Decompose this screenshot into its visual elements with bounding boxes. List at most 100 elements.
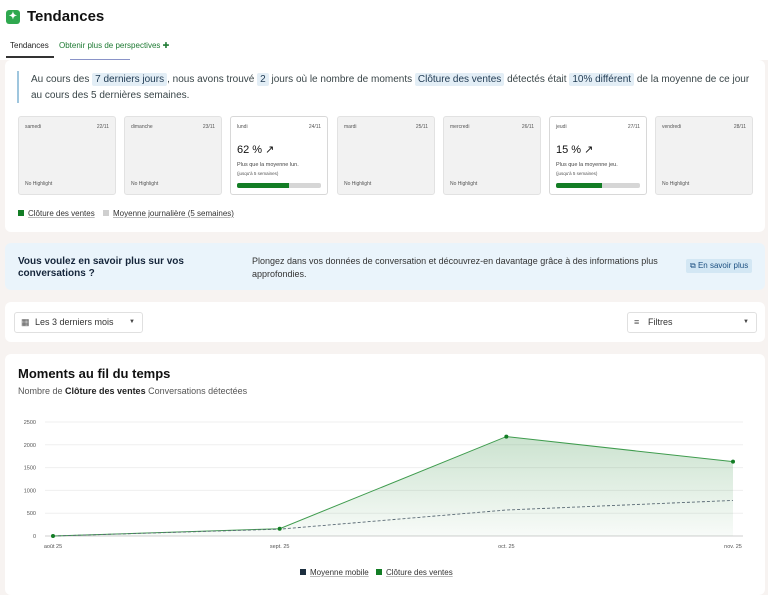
day-name: lundi (237, 124, 248, 130)
day-progress-bar (556, 183, 640, 188)
x-tick-label: nov. 25 (724, 544, 742, 550)
data-point (51, 534, 55, 538)
chart-subtitle-prefix: Nombre de (18, 386, 63, 396)
day-card-vendredi[interactable]: vendredi 28/11 No Highlight (655, 116, 753, 195)
no-highlight-label: No Highlight (131, 181, 159, 187)
calendar-icon: ▦ (21, 317, 30, 327)
y-tick-label: 2500 (24, 420, 36, 426)
tab-more-insights[interactable]: Obtenir plus de perspectives ✚ (59, 41, 169, 60)
summary-part: , nous avons trouvé (167, 74, 255, 85)
summary-highlight-moment: Clôture des ventes (414, 73, 505, 86)
day-date: 27/11 (627, 124, 640, 130)
trend-up-icon: ↗ (584, 144, 594, 156)
data-point (504, 434, 509, 439)
day-name: dimanche (131, 124, 153, 130)
legend-series-label: Clôture des ventes (28, 209, 95, 218)
y-tick-label: 1000 (24, 488, 36, 494)
y-tick-label: 2000 (24, 443, 36, 449)
day-card-mardi[interactable]: mardi 25/11 No Highlight (337, 116, 435, 195)
x-tick-label: sept. 25 (270, 544, 290, 550)
legend-closing-sales: Clôture des ventes (376, 568, 453, 577)
sparkle-logo-icon: ✦ (6, 10, 20, 24)
day-percent-value: 62 % (237, 144, 263, 156)
series-area-fill (53, 436, 733, 536)
day-date: 24/11 (308, 124, 321, 130)
day-progress-fill (237, 183, 290, 188)
day-card-lundi[interactable]: lundi 24/11 62 % ↗ Plus que la moyenne lun.… (230, 116, 328, 195)
promo-text: Plongez dans vos données de conversation… (252, 256, 658, 279)
day-description: Plus que la moyenne lun. (237, 162, 299, 168)
chart-subtitle: Nombre de Clôture des ventes Conversatio… (18, 386, 247, 396)
day-name: mercredi (450, 124, 470, 130)
day-description: Plus que la moyenne jeu. (556, 162, 618, 168)
chart-subtitle-bold: Clôture des ventes (65, 386, 146, 396)
legend-closing-sales-label: Clôture des ventes (386, 568, 453, 577)
day-date: 22/11 (96, 124, 109, 130)
learn-more-label: En savoir plus (697, 261, 749, 270)
period-select[interactable]: ▦ Les 3 derniers mois ▼ (14, 312, 143, 333)
day-card-dimanche[interactable]: dimanche 23/11 No Highlight (124, 116, 222, 195)
legend-swatch (103, 210, 109, 216)
no-highlight-label: No Highlight (450, 181, 478, 187)
legend-series: Clôture des ventes (18, 209, 95, 218)
day-card-samedi[interactable]: samedi 22/11 No Highlight (18, 116, 116, 195)
legend-average: Moyenne journalière (5 semaines) (103, 209, 234, 218)
active-tab-indicator (6, 56, 54, 58)
summary-part: détectés était (507, 74, 567, 85)
legend-swatch (376, 569, 382, 575)
period-label: Les 3 derniers mois (35, 317, 114, 327)
chart-title: Moments au fil du temps (18, 366, 171, 381)
chevron-down-icon: ▼ (743, 319, 749, 325)
legend-moving-average-label: Moyenne mobile (310, 568, 369, 577)
data-point (731, 459, 735, 464)
no-highlight-label: No Highlight (25, 181, 53, 187)
tab-more-label: Obtenir plus de perspectives (59, 41, 161, 50)
summary-highlight-days: 7 derniers jours (92, 73, 168, 86)
promo-title: Vous voulez en savoir plus sur vos conve… (18, 256, 184, 279)
day-progress-bar (237, 183, 321, 188)
legend-moving-average: Moyenne mobile (300, 568, 369, 577)
trend-up-icon: ↗ (265, 144, 275, 156)
y-tick-label: 1500 (24, 466, 36, 472)
summary-part: Au cours des (31, 74, 90, 85)
y-tick-label: 500 (27, 511, 36, 517)
x-tick-label: août 25 (44, 544, 62, 550)
day-name: vendredi (662, 124, 682, 130)
filters-label: Filtres (648, 317, 673, 327)
no-highlight-label: No Highlight (662, 181, 690, 187)
day-card-mercredi[interactable]: mercredi 26/11 No Highlight (443, 116, 541, 195)
no-highlight-label: No Highlight (344, 181, 372, 187)
day-subnote: (jusqu'à 5 semaines) (237, 171, 279, 176)
day-card-jeudi[interactable]: jeudi 27/11 15 % ↗ Plus que la moyenne jeu.… (549, 116, 647, 195)
summary-part: jours où le nombre de moments (271, 74, 413, 85)
day-name: samedi (25, 124, 42, 130)
day-name: jeudi (556, 124, 567, 130)
legend-swatch (300, 569, 306, 575)
day-subnote: (jusqu'à 5 semaines) (556, 171, 598, 176)
summary-text: Au cours des 7 derniers jours, nous avon… (31, 72, 756, 104)
day-date: 23/11 (202, 124, 215, 130)
day-progress-fill (556, 183, 603, 188)
data-point (277, 526, 282, 531)
chevron-down-icon: ▼ (129, 319, 135, 325)
moments-chart: 0 500 1000 1500 2000 2500 août 25 sept. 25 oct. … (24, 420, 743, 550)
chart-subtitle-suffix: Conversations détectées (148, 386, 248, 396)
summary-highlight-count: 2 (257, 73, 269, 86)
external-link-icon: ⧉ (690, 261, 696, 270)
legend-average-label: Moyenne journalière (5 semaines) (113, 209, 234, 218)
learn-more-button[interactable]: ⧉ En savoir plus (686, 259, 753, 273)
summary-accent-bar (17, 71, 19, 103)
page-title: Tendances (27, 8, 105, 25)
x-tick-label: oct. 25 (498, 544, 515, 550)
day-date: 25/11 (415, 124, 428, 130)
day-date: 28/11 (733, 124, 746, 130)
day-percent: 15 % ↗ (556, 143, 593, 156)
filters-select[interactable]: ≡ Filtres ▼ (627, 312, 757, 333)
summary-highlight-diff: 10% différent (569, 73, 635, 86)
day-name: mardi (344, 124, 357, 130)
plus-icon: ✚ (162, 41, 170, 50)
day-percent: 62 % ↗ (237, 143, 274, 156)
day-date: 26/11 (521, 124, 534, 130)
filter-icon: ≡ (634, 317, 640, 327)
y-tick-label: 0 (33, 534, 36, 540)
